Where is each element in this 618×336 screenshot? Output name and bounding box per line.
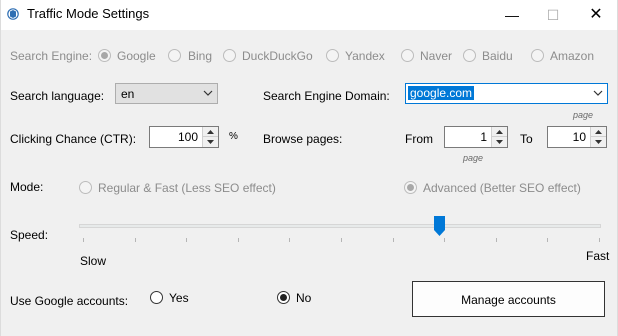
search-language-value: en bbox=[121, 87, 135, 101]
search-engine-domain-label: Search Engine Domain: bbox=[263, 89, 390, 103]
browse-to-label: To bbox=[520, 132, 533, 146]
chevron-down-icon bbox=[203, 90, 213, 96]
browse-from-value: 1 bbox=[480, 130, 487, 144]
radio-baidu-label: Baidu bbox=[482, 49, 513, 63]
mode-label: Mode: bbox=[10, 180, 44, 194]
chevron-down-icon bbox=[496, 140, 503, 144]
speed-slider-tick bbox=[289, 238, 291, 242]
radio-google-accounts-yes-label: Yes bbox=[169, 291, 189, 305]
ctr-stepper-buttons bbox=[202, 127, 218, 147]
radio-baidu[interactable] bbox=[463, 49, 476, 62]
maximize-icon[interactable]: ☐ bbox=[538, 0, 568, 30]
browse-from-increment-button[interactable] bbox=[492, 127, 507, 137]
browse-pages-label: Browse pages: bbox=[263, 132, 343, 146]
radio-google-accounts-no-label: No bbox=[296, 291, 312, 305]
search-engine-label: Search Engine: bbox=[10, 49, 93, 63]
radio-google-label: Google bbox=[117, 49, 156, 63]
minimize-icon[interactable]: — bbox=[497, 0, 527, 30]
ctr-stepper[interactable]: 100 bbox=[149, 126, 219, 148]
search-language-label: Search language: bbox=[10, 89, 105, 103]
browse-to-stepper-buttons bbox=[590, 127, 606, 147]
ctr-unit: % bbox=[229, 131, 238, 142]
close-icon[interactable]: ✕ bbox=[581, 0, 611, 30]
speed-slider-track[interactable] bbox=[79, 224, 601, 228]
chevron-down-icon bbox=[595, 140, 602, 144]
radio-amazon[interactable] bbox=[531, 49, 544, 62]
speed-slider-tick bbox=[237, 238, 239, 242]
radio-mode-regular[interactable] bbox=[79, 181, 92, 194]
ctr-increment-button[interactable] bbox=[203, 127, 218, 137]
search-engine-domain-value[interactable]: google.com bbox=[408, 86, 475, 100]
domain-page-caption: page bbox=[573, 110, 594, 120]
traffic-mode-settings-window: Traffic Mode Settings — ☐ ✕ Search Engin… bbox=[0, 0, 618, 336]
speed-slider-tick bbox=[134, 238, 136, 242]
manage-accounts-button[interactable]: Manage accounts bbox=[412, 281, 605, 317]
radio-mode-advanced[interactable] bbox=[404, 181, 417, 194]
radio-yandex-label: Yandex bbox=[345, 49, 385, 63]
browse-to-increment-button[interactable] bbox=[591, 127, 606, 137]
radio-naver-label: Naver bbox=[420, 49, 453, 63]
speed-slider-tick bbox=[392, 238, 394, 242]
radio-amazon-label: Amazon bbox=[550, 49, 595, 63]
search-engine-domain-combo[interactable]: google.com bbox=[405, 83, 608, 104]
browse-to-decrement-button[interactable] bbox=[591, 137, 606, 147]
speed-slider-tick bbox=[83, 238, 84, 242]
chevron-down-icon bbox=[207, 140, 214, 144]
browse-to-stepper[interactable]: 10 bbox=[547, 126, 607, 148]
browse-page-caption: page bbox=[463, 153, 484, 163]
radio-duckduckgo[interactable] bbox=[223, 49, 236, 62]
ctr-label: Clicking Chance (CTR): bbox=[10, 132, 137, 146]
radio-mode-regular-label: Regular & Fast (Less SEO effect) bbox=[98, 181, 276, 195]
radio-duckduckgo-label: DuckDuckGo bbox=[242, 49, 313, 63]
chevron-up-icon bbox=[207, 130, 214, 134]
speed-slider-thumb[interactable] bbox=[434, 216, 446, 236]
chevron-up-icon bbox=[496, 130, 503, 134]
app-logo-icon bbox=[7, 8, 19, 20]
speed-slider-tick bbox=[547, 238, 549, 242]
radio-google[interactable] bbox=[98, 49, 111, 62]
speed-slider-tick bbox=[444, 238, 446, 242]
speed-label: Speed: bbox=[10, 228, 49, 242]
chevron-down-icon[interactable] bbox=[593, 87, 603, 99]
ctr-decrement-button[interactable] bbox=[203, 137, 218, 147]
browse-from-label: From bbox=[405, 132, 433, 146]
speed-slider-tick bbox=[341, 238, 342, 242]
speed-slider-tick bbox=[495, 238, 497, 242]
search-language-select[interactable]: en bbox=[115, 83, 218, 104]
speed-slider-tick bbox=[186, 238, 188, 242]
manage-accounts-label: Manage accounts bbox=[461, 293, 556, 307]
google-accounts-label: Use Google accounts: bbox=[10, 294, 129, 308]
browse-to-value: 10 bbox=[572, 130, 586, 144]
browse-from-stepper[interactable]: 1 bbox=[444, 126, 508, 148]
speed-min-label: Slow bbox=[80, 254, 107, 268]
radio-bing[interactable] bbox=[168, 49, 181, 62]
ctr-value: 100 bbox=[177, 130, 198, 144]
browse-from-decrement-button[interactable] bbox=[492, 137, 507, 147]
radio-yandex[interactable] bbox=[326, 49, 339, 62]
radio-naver[interactable] bbox=[401, 49, 414, 62]
radio-google-accounts-yes[interactable] bbox=[150, 291, 163, 304]
speed-slider-tick bbox=[599, 238, 600, 242]
radio-mode-advanced-label: Advanced (Better SEO effect) bbox=[423, 181, 581, 195]
title-bar: Traffic Mode Settings — ☐ ✕ bbox=[1, 0, 617, 30]
browse-from-stepper-buttons bbox=[491, 127, 507, 147]
speed-max-label: Fast bbox=[586, 249, 610, 263]
radio-google-accounts-no[interactable] bbox=[277, 291, 290, 304]
radio-bing-label: Bing bbox=[188, 49, 213, 63]
chevron-up-icon bbox=[595, 130, 602, 134]
window-title: Traffic Mode Settings bbox=[27, 6, 150, 21]
